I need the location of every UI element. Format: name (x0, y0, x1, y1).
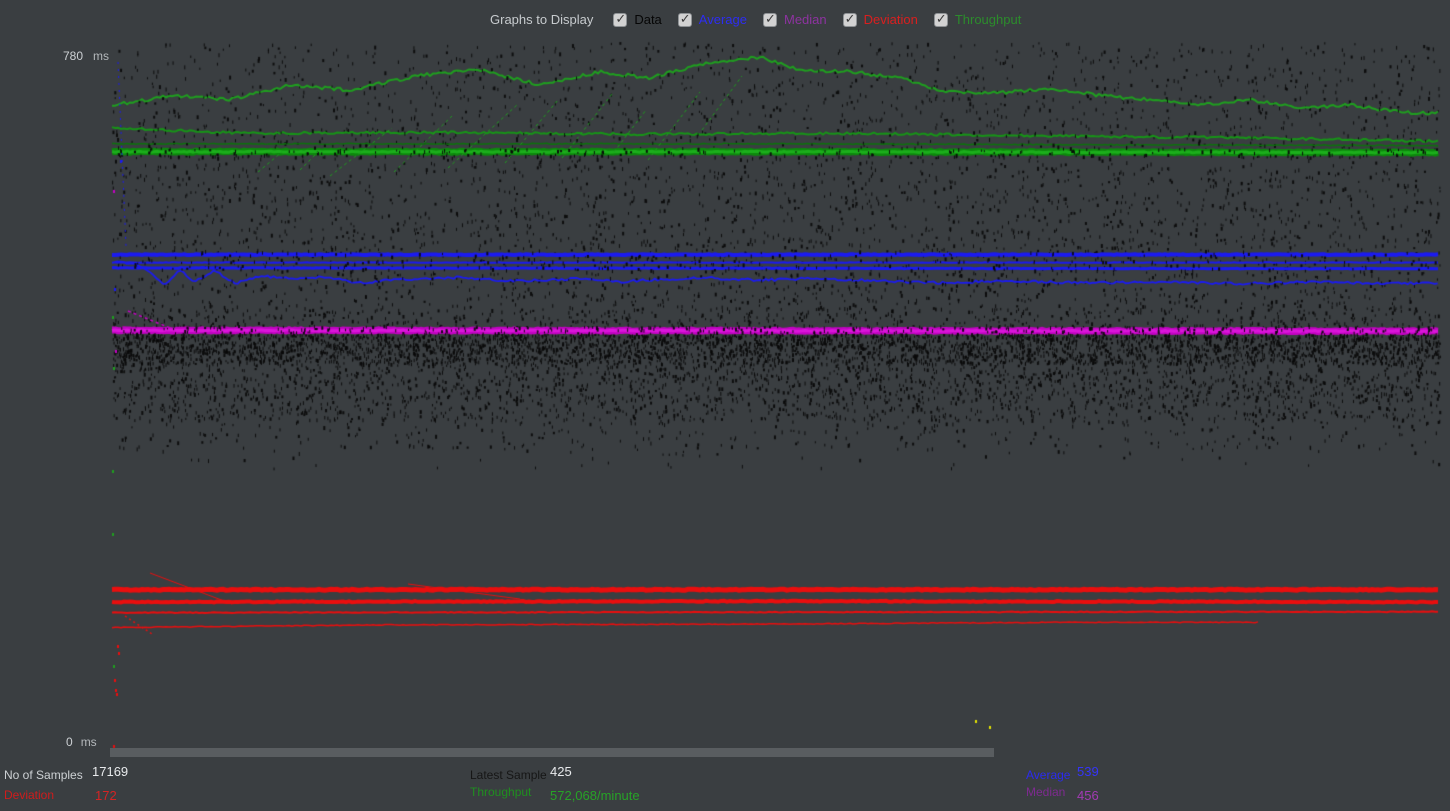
average-value: 539 (1077, 764, 1099, 779)
y-axis-unit-top: ms (93, 49, 109, 63)
deviation-checkbox[interactable] (843, 13, 857, 27)
graph-canvas (0, 0, 1450, 811)
no-of-samples-value: 17169 (92, 764, 128, 779)
median-value: 456 (1077, 788, 1099, 803)
y-axis-max-label: 780 ms (63, 49, 109, 63)
data-checkbox-label[interactable]: Data (634, 12, 661, 27)
y-axis-min-value: 0 (66, 735, 73, 749)
deviation-checkbox-label[interactable]: Deviation (864, 12, 918, 27)
no-of-samples-label: No of Samples (4, 768, 83, 782)
throughput-label: Throughput (470, 785, 531, 799)
average-checkbox[interactable] (678, 13, 692, 27)
checkbox-group-data: Data (613, 12, 661, 27)
average-label: Average (1026, 768, 1070, 782)
latest-sample-value: 425 (550, 764, 572, 779)
median-label: Median (1026, 785, 1065, 799)
median-checkbox-label[interactable]: Median (784, 12, 827, 27)
checkbox-group-deviation: Deviation (843, 12, 918, 27)
y-axis-unit-bottom: ms (81, 735, 97, 749)
y-axis-max-value: 780 (63, 49, 83, 63)
median-checkbox[interactable] (763, 13, 777, 27)
graphs-to-display-bar: Graphs to Display Data Average Median De… (490, 12, 1021, 27)
deviation-value: 172 (95, 788, 117, 803)
graphs-to-display-label: Graphs to Display (490, 12, 593, 27)
average-checkbox-label[interactable]: Average (699, 12, 747, 27)
checkbox-group-average: Average (678, 12, 747, 27)
checkbox-group-median: Median (763, 12, 827, 27)
data-checkbox[interactable] (613, 13, 627, 27)
y-axis-min-label: 0 ms (66, 735, 97, 749)
throughput-checkbox[interactable] (934, 13, 948, 27)
throughput-value: 572,068/minute (550, 788, 640, 803)
graph-results-panel: { "toolbar": { "label": "Graphs to Displ… (0, 0, 1450, 811)
checkbox-group-throughput: Throughput (934, 12, 1022, 27)
deviation-label: Deviation (4, 788, 54, 802)
throughput-checkbox-label[interactable]: Throughput (955, 12, 1022, 27)
horizontal-scrollbar-thumb[interactable] (110, 748, 994, 757)
latest-sample-label: Latest Sample (470, 768, 547, 782)
